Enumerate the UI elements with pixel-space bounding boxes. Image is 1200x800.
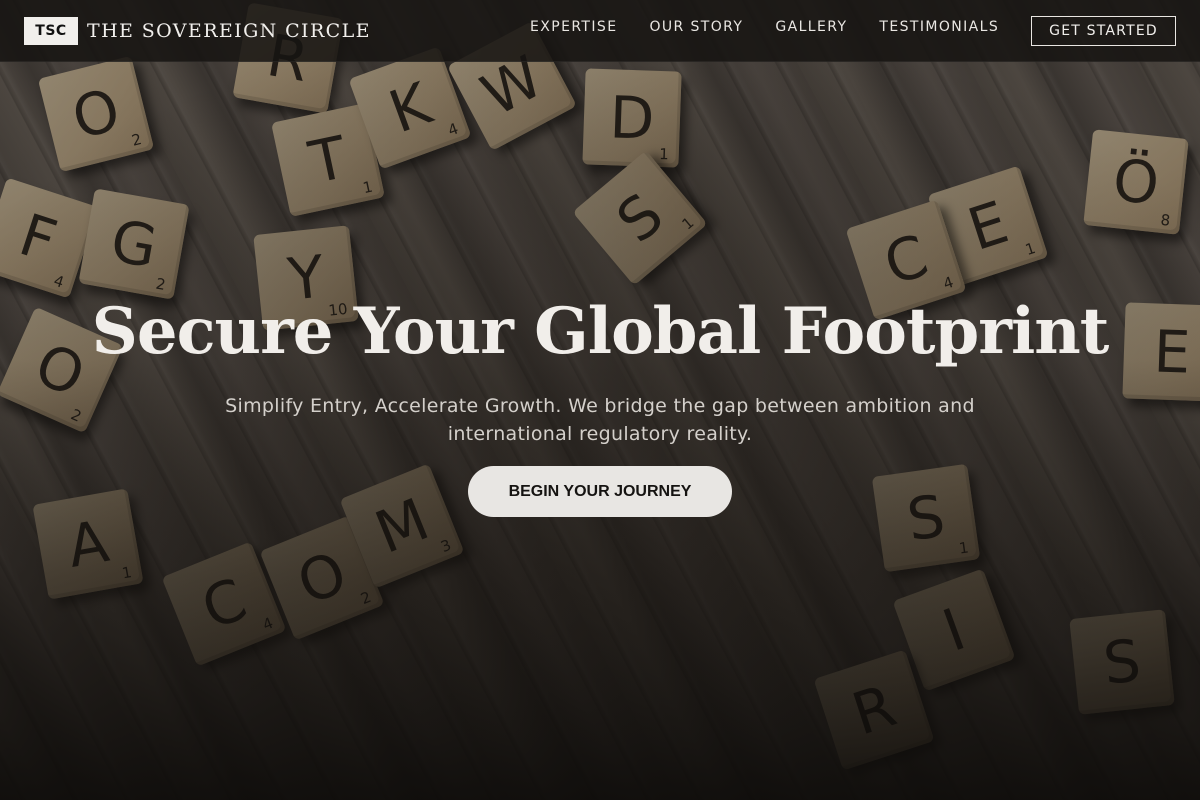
nav-link-gallery[interactable]: GALLERY <box>759 17 863 37</box>
nav-link-expertise[interactable]: EXPERTISE <box>514 17 633 37</box>
nav-link-our-story[interactable]: OUR STORY <box>633 17 759 37</box>
begin-journey-button[interactable]: BEGIN YOUR JOURNEY <box>468 466 732 517</box>
get-started-button[interactable]: GET STARTED <box>1031 16 1176 46</box>
brand-name: THE SOVEREIGN CIRCLE <box>87 20 371 42</box>
hero-subtitle: Simplify Entry, Accelerate Growth. We br… <box>225 395 975 445</box>
nav-link-testimonials[interactable]: TESTIMONIALS <box>863 17 1015 37</box>
top-navbar: TSC THE SOVEREIGN CIRCLE EXPERTISE OUR S… <box>0 0 1200 62</box>
brand-logo[interactable]: TSC THE SOVEREIGN CIRCLE <box>24 17 371 45</box>
nav-links: EXPERTISE OUR STORY GALLERY TESTIMONIALS <box>514 17 1015 37</box>
hero-title: Secure Your Global Footprint <box>91 294 1110 369</box>
brand-mark: TSC <box>24 17 78 45</box>
